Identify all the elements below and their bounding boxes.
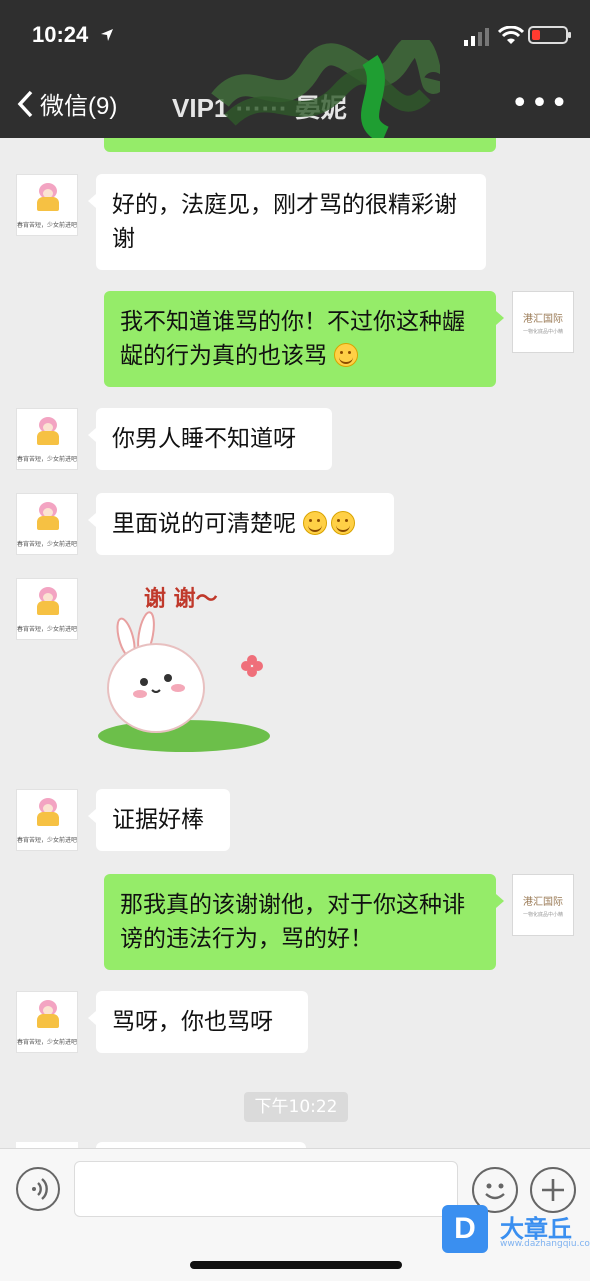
back-button[interactable]: 微信(9) <box>16 86 117 121</box>
message-bubble[interactable]: 好的，法庭见，刚才骂的很精彩谢谢 <box>88 174 486 270</box>
avatar-caption: 春宵苦短，少女前进吧 <box>17 222 78 229</box>
back-label: 微信(9) <box>40 93 118 120</box>
bunny-sticker[interactable]: 谢 谢～ <box>96 578 276 758</box>
avatar-logo: 港汇国际 <box>523 314 563 325</box>
message-text: 好的，法庭见，刚才骂的很精彩谢谢 <box>112 192 457 252</box>
voice-icon <box>32 1178 48 1200</box>
message-text: 我不知道谁骂的你！不过你这种龌龊的行为真的也该骂 <box>120 309 465 369</box>
smile-emoji-icon <box>334 343 359 367</box>
timestamp: 下午10:22 <box>244 1092 348 1122</box>
location-arrow-icon <box>101 29 113 41</box>
my-avatar[interactable]: 港汇国际 一物化底品中小精 <box>512 291 574 353</box>
more-button[interactable]: ••• <box>511 89 570 119</box>
contact-avatar[interactable]: 春宵苦短，少女前进吧 <box>16 174 78 236</box>
watermark-sub: www.dazhangqiu.com <box>500 1239 590 1249</box>
message-bubble[interactable]: 我不知道谁骂的你！不过你这种龌龊的行为真的也该骂 <box>104 291 504 387</box>
message-bubble[interactable]: 证据好棒 <box>88 789 230 851</box>
message-input[interactable] <box>74 1161 458 1217</box>
watermark-badge: D <box>442 1205 488 1253</box>
cellular-signal-icon <box>464 28 489 46</box>
contact-avatar[interactable]: 春宵苦短，少女前进吧 <box>16 991 78 1053</box>
wifi-icon <box>498 26 524 44</box>
message-bubble[interactable]: 里面说的可清楚呢 <box>88 493 394 555</box>
avatar-logo-sub: 一物化底品中小精 <box>522 329 563 335</box>
contact-avatar[interactable]: 春宵苦短，少女前进吧 <box>16 493 78 555</box>
message-text: 那我真的该谢谢他，对于你这种诽谤的违法行为，骂的好！ <box>120 892 465 952</box>
contact-avatar[interactable]: 春宵苦短，少女前进吧 <box>16 408 78 470</box>
home-indicator[interactable] <box>190 1261 402 1269</box>
message-text: 你男人睡不知道呀 <box>112 426 296 452</box>
message-text: 证据好棒 <box>112 807 204 833</box>
contact-avatar[interactable]: 春宵苦短，少女前进吧 <box>16 578 78 640</box>
smile-emoji-icon <box>331 511 356 535</box>
smile-emoji-icon <box>303 511 328 535</box>
input-bar: D 大章丘 www.dazhangqiu.com <box>0 1148 590 1281</box>
battery-icon <box>528 26 571 44</box>
contact-avatar[interactable]: 春宵苦短，少女前进吧 <box>16 789 78 851</box>
chevron-left-icon <box>17 90 33 117</box>
message-text: 骂呀，你也骂呀 <box>112 1009 273 1035</box>
redaction-scribble <box>211 40 440 144</box>
message-bubble[interactable]: 你男人睡不知道呀 <box>88 408 332 470</box>
status-time: 10:24 <box>32 22 89 47</box>
chat-area[interactable]: 春宵苦短，少女前进吧 好的，法庭见，刚才骂的很精彩谢谢 我不知道谁骂的你！不过你… <box>0 138 590 1148</box>
message-text: 里面说的可清楚呢 <box>112 511 296 537</box>
partial-bubble <box>104 138 496 152</box>
watermark: D 大章丘 www.dazhangqiu.com <box>442 1205 590 1255</box>
message-bubble[interactable]: 骂呀，你也骂呀 <box>88 991 308 1053</box>
my-avatar[interactable]: 港汇国际 一物化底品中小精 <box>512 874 574 936</box>
voice-button[interactable] <box>16 1167 60 1211</box>
sticker-text: 谢 谢～ <box>144 586 218 612</box>
message-bubble[interactable]: 那我真的该谢谢他，对于你这种诽谤的违法行为，骂的好！ <box>104 874 504 970</box>
